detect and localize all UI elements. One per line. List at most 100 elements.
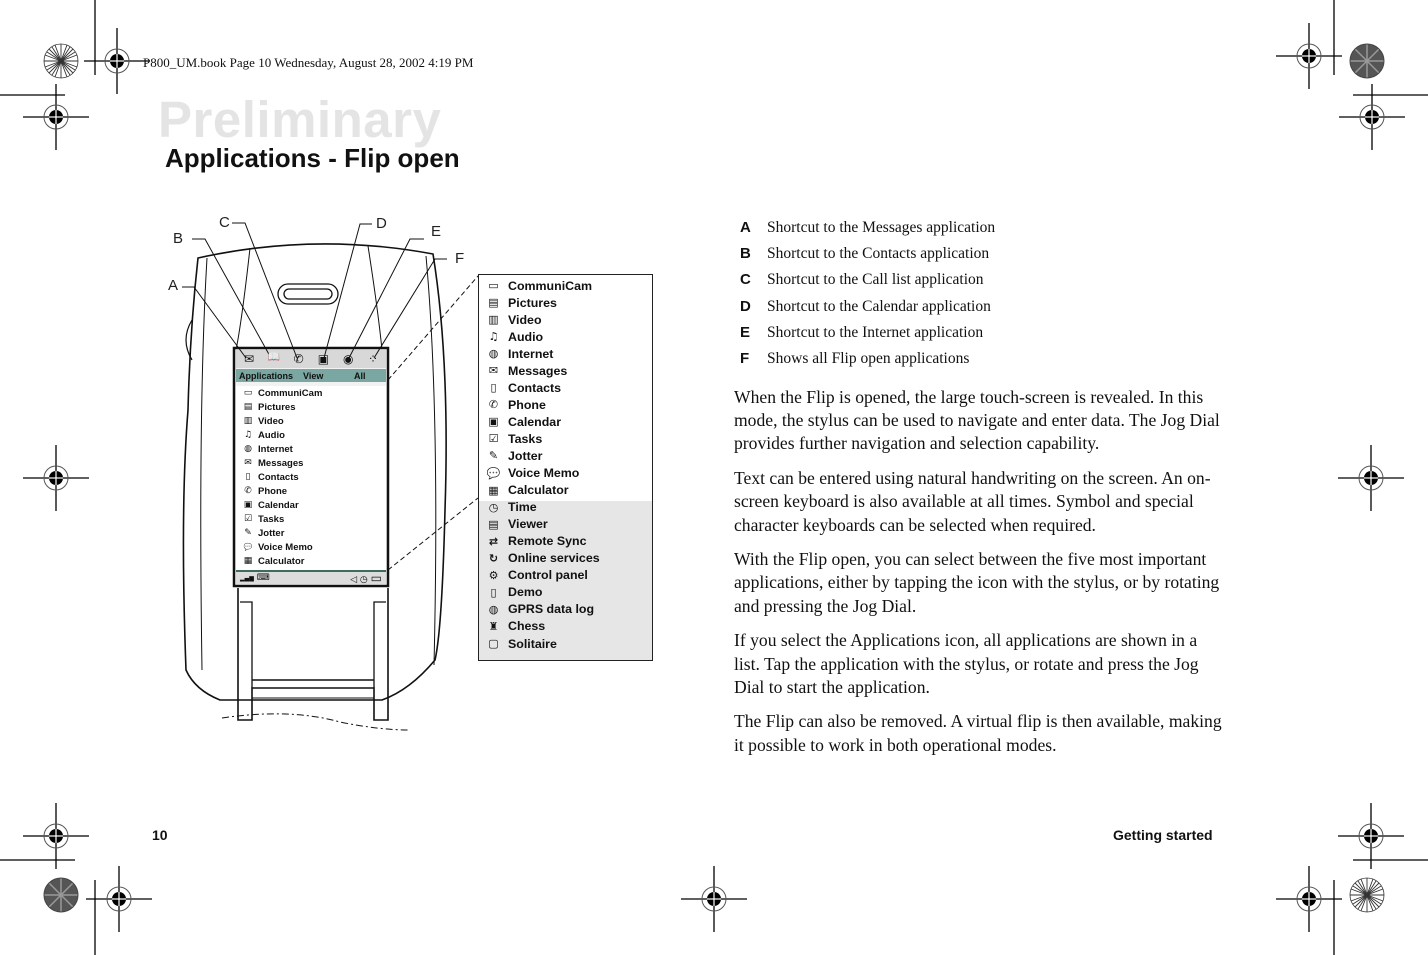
app-list-item[interactable]: ▭ CommuniCam	[479, 277, 652, 294]
app-list-item[interactable]: ✉ Messages	[479, 362, 652, 379]
app-list-item[interactable]: ♜ Chess	[479, 618, 652, 635]
app-label: Jotter	[508, 448, 543, 463]
screen-app-item[interactable]: ✎ Jotter	[238, 526, 384, 540]
screen-app-item[interactable]: 💬 Voice Memo	[238, 540, 384, 554]
full-application-list: ▭ CommuniCam ▤ Pictures ▥ Video ♫ Audio ◍ Interne…	[478, 274, 653, 661]
app-list-item[interactable]: ↻ Online services	[479, 550, 652, 567]
speech-bubble-icon: 💬	[486, 466, 501, 480]
app-label: Contacts	[508, 380, 562, 395]
app-list-item[interactable]: ♫ Audio	[479, 328, 652, 345]
app-label: Audio	[258, 429, 285, 441]
callout-row: B Shortcut to the Contacts application	[740, 245, 1220, 271]
screen-app-item[interactable]: ✆ Phone	[238, 484, 384, 498]
paragraph: If you select the Applications icon, all…	[734, 630, 1199, 697]
app-list-item[interactable]: 💬 Voice Memo	[479, 465, 652, 482]
app-label: Solitaire	[508, 636, 557, 651]
callout-row: F Shows all Flip open applications	[740, 350, 1220, 376]
clock-icon[interactable]: ◷	[360, 575, 368, 585]
callout-legend: A Shortcut to the Messages application BS…	[740, 219, 1220, 376]
contacts-shortcut-book-icon[interactable]: 📖	[267, 352, 281, 368]
app-label: Online services	[508, 551, 600, 566]
app-label: Viewer	[508, 517, 548, 532]
app-list-item[interactable]: ▥ Video	[479, 311, 652, 328]
screen-app-item[interactable]: ▣ Calendar	[238, 498, 384, 512]
menu-view[interactable]: View	[303, 371, 354, 381]
cards-icon: ▢	[488, 637, 499, 650]
figure-callout-c: C	[219, 214, 230, 231]
app-list-item[interactable]: ▯ Contacts	[479, 379, 652, 396]
control-panel-icon: ⚙	[488, 568, 499, 582]
checkbox-icon: ☑	[488, 432, 499, 446]
screen-app-item[interactable]: ▯ Contacts	[238, 470, 384, 484]
app-label: Phone	[508, 397, 546, 412]
all-apps-grid-icon[interactable]: ⁘	[366, 352, 380, 368]
screen-menu-bar: Applications View All	[236, 369, 386, 382]
app-list-item[interactable]: ▦ Calculator	[479, 482, 652, 499]
app-list-item[interactable]: ◍ GPRS data log	[479, 601, 652, 618]
app-list-item[interactable]: ◷ Time	[479, 499, 652, 516]
callout-row: C Shortcut to the Call list application	[740, 271, 1220, 297]
app-label: Tasks	[258, 513, 285, 525]
messages-shortcut-envelope-icon[interactable]: ✉	[242, 352, 256, 368]
app-list-item[interactable]: ▢ Solitaire	[479, 635, 652, 652]
app-list-item[interactable]: ✆ Phone	[479, 396, 652, 413]
menu-applications[interactable]: Applications	[239, 371, 303, 381]
app-list-item[interactable]: ✎ Jotter	[479, 447, 652, 464]
app-list-item[interactable]: ▯ Demo	[479, 584, 652, 601]
callout-letter: F	[740, 349, 750, 367]
calendar-shortcut-icon[interactable]: ▣	[316, 352, 330, 368]
screen-app-list: ▭ CommuniCam ▤ Pictures ▥ Video ♫ Audio ◍ Int…	[238, 386, 384, 568]
gprs-log-icon: ◍	[488, 602, 499, 616]
app-label: Messages	[258, 457, 304, 469]
notepad-pen-icon: ✎	[488, 449, 499, 463]
app-label: Internet	[508, 346, 554, 361]
paragraph: Text can be entered using natural handwr…	[734, 468, 1211, 535]
app-list-item[interactable]: ☑ Tasks	[479, 430, 652, 447]
callout-text: Shortcut to the Calendar application	[767, 297, 991, 315]
callout-row: A Shortcut to the Messages application	[740, 219, 1220, 245]
app-list-item[interactable]: ⇄ Remote Sync	[479, 533, 652, 550]
page-title: Applications - Flip open	[165, 143, 460, 173]
camera-icon: ▭	[243, 388, 253, 398]
screen-app-item[interactable]: ♫ Audio	[238, 428, 384, 442]
sync-icon: ⇄	[488, 534, 499, 548]
screen-app-item[interactable]: ▥ Video	[238, 414, 384, 428]
screen-app-item[interactable]: ▦ Calculator	[238, 554, 384, 568]
app-list-item[interactable]: ◍ Internet	[479, 345, 652, 362]
screen-app-item[interactable]: ☑ Tasks	[238, 512, 384, 526]
callout-text: Shortcut to the Call list application	[767, 271, 984, 289]
app-label: Tasks	[508, 431, 543, 446]
app-label: Calculator	[508, 483, 569, 498]
book-icon: ▯	[245, 472, 251, 482]
checkbox-icon: ☑	[243, 514, 253, 524]
app-label: Voice Memo	[258, 541, 313, 553]
video-icon: ▥	[243, 416, 253, 426]
document-viewer-icon: ▤	[488, 517, 499, 531]
callout-text: Shortcut to the Contacts application	[767, 245, 990, 263]
app-label: Remote Sync	[508, 534, 587, 549]
menu-all[interactable]: All	[354, 371, 366, 381]
callout-letter: A	[740, 219, 751, 236]
app-label: Pictures	[258, 401, 296, 413]
app-list-item[interactable]: ▤ Pictures	[479, 294, 652, 311]
screen-app-item[interactable]: ▤ Pictures	[238, 400, 384, 414]
app-label: Contacts	[258, 471, 299, 483]
envelope-icon: ✉	[488, 364, 499, 378]
app-list-item[interactable]: ▣ Calendar	[479, 413, 652, 430]
screen-app-item[interactable]: ▭ CommuniCam	[238, 386, 384, 400]
keyboard-icon[interactable]: ⌨	[257, 573, 270, 583]
internet-shortcut-globe-icon[interactable]: ◉	[341, 352, 355, 368]
speaker-icon[interactable]: ◁	[350, 575, 357, 585]
calculator-icon: ▦	[488, 483, 499, 497]
screen-app-item[interactable]: ◍ Internet	[238, 442, 384, 456]
music-note-icon: ♫	[243, 430, 253, 440]
call-list-shortcut-phone-icon[interactable]: ✆	[292, 352, 306, 368]
screen-app-item[interactable]: ✉ Messages	[238, 456, 384, 470]
body-text: When the Flip is opened, the large touch…	[734, 386, 1224, 768]
phone-handset-icon: ✆	[244, 486, 252, 496]
app-list-item[interactable]: ⚙ Control panel	[479, 567, 652, 584]
app-label: CommuniCam	[508, 278, 592, 293]
paragraph: With the Flip open, you can select betwe…	[734, 549, 1220, 616]
app-list-item[interactable]: ▤ Viewer	[479, 516, 652, 533]
app-label: Calculator	[258, 555, 305, 567]
